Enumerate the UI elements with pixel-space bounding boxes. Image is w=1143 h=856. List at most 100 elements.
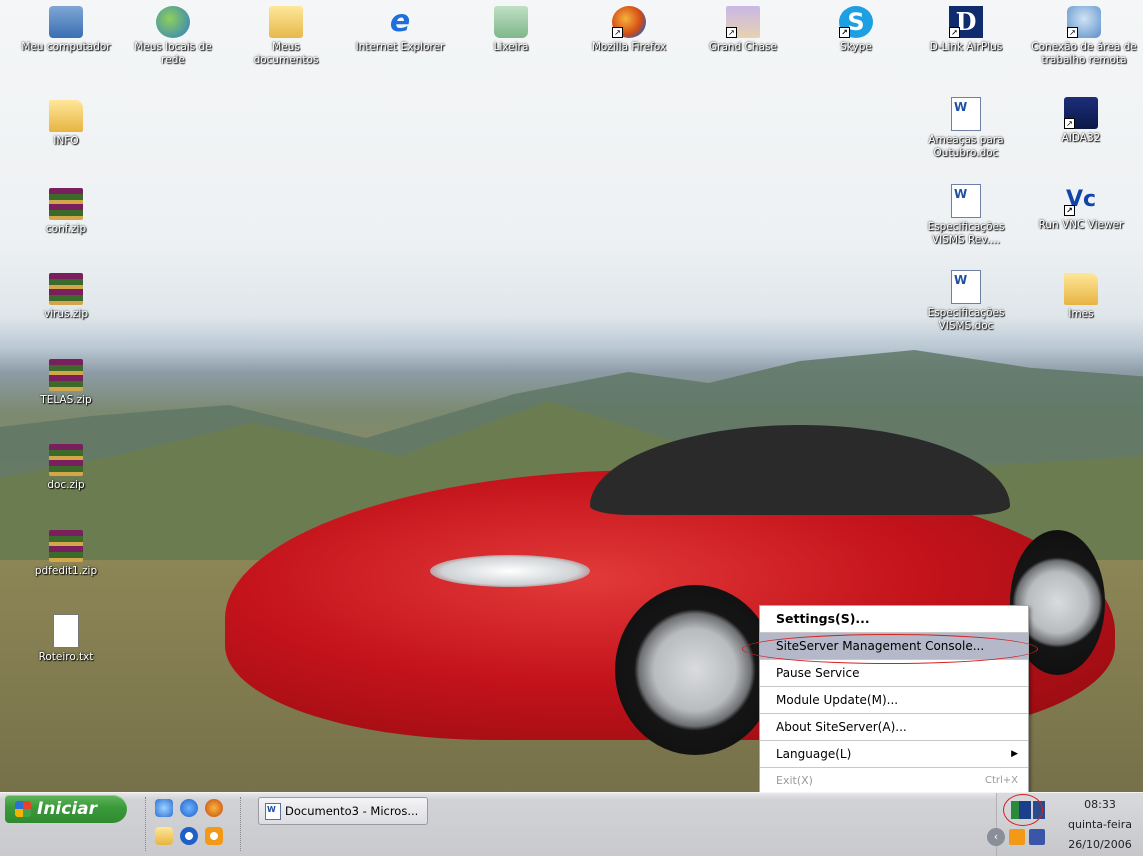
icon-label: Grand Chase <box>709 41 777 53</box>
skype-icon: S ↗ <box>839 6 873 38</box>
icon-label: pdfedit1.zip <box>34 565 98 577</box>
zip-archive-icon <box>49 359 83 391</box>
shortcut-arrow-icon: ↗ <box>612 27 623 38</box>
desktop-icon-internet-explorer[interactable]: e Internet Explorer <box>354 6 446 54</box>
start-label: Iniciar <box>37 799 98 819</box>
icon-label: D-Link AirPlus <box>929 41 1003 53</box>
desktop-icon-vnc-viewer[interactable]: Vc ↗ Run VNC Viewer <box>1035 184 1127 232</box>
desktop-icon-conf-zip[interactable]: conf.zip <box>20 188 112 236</box>
zip-archive-icon <box>49 273 83 305</box>
desktop-icon-roteiro-txt[interactable]: Roteiro.txt <box>20 614 112 664</box>
wallpaper-car-headlight <box>430 555 590 587</box>
wallpaper-car-wheel-front <box>615 585 775 755</box>
icon-label: Skype <box>840 41 872 53</box>
icon-label: INFO <box>53 135 79 147</box>
clock-weekday: quinta-feira <box>1068 818 1132 831</box>
menu-item-about[interactable]: About SiteServer(A)... <box>760 713 1028 740</box>
firefox-icon[interactable] <box>205 799 223 817</box>
network-places-icon <box>156 6 190 38</box>
zip-archive-icon <box>49 530 83 562</box>
icon-label: Roteiro.txt <box>38 651 94 663</box>
internet-explorer-icon[interactable] <box>180 799 198 817</box>
show-hidden-icons-icon[interactable]: ‹ <box>987 828 1005 846</box>
desktop-icon-especificacoes-rev[interactable]: Especificações VISMS Rev.... <box>920 184 1012 247</box>
clock-app-tray-icon[interactable] <box>1009 829 1025 845</box>
word-document-icon <box>951 270 981 304</box>
clock-time[interactable]: 08:33 <box>1064 795 1136 814</box>
icon-label: conf.zip <box>45 223 87 235</box>
firefox-icon: ↗ <box>612 6 646 38</box>
desktop-icon-pdfedit-zip[interactable]: pdfedit1.zip <box>20 530 112 578</box>
media-player-icon[interactable] <box>180 827 198 845</box>
desktop-icon-virus-zip[interactable]: virus.zip <box>20 273 112 321</box>
desktop-icon-aida32[interactable]: ↗ AIDA32 <box>1035 97 1127 145</box>
desktop-icon-ameacas-doc[interactable]: Ameaças para Outubro.doc <box>920 97 1012 160</box>
folder-icon <box>1064 273 1098 305</box>
desktop-icon-grand-chase[interactable]: ↗ Grand Chase <box>697 6 789 54</box>
icon-label: AIDA32 <box>1061 132 1101 144</box>
icon-label: Especificações VISMS Rev.... <box>927 221 1005 246</box>
network-tray-icon[interactable] <box>1033 801 1045 819</box>
windows-logo-icon <box>15 801 31 817</box>
menu-item-pause-service[interactable]: Pause Service <box>760 659 1028 686</box>
desktop-icon-info[interactable]: INFO <box>20 100 112 148</box>
system-tray: ‹ 08:33 quinta-feira 26/10/2006 <box>987 793 1143 856</box>
remote-desktop-icon: ↗ <box>1067 6 1101 38</box>
show-desktop-icon[interactable] <box>155 799 173 817</box>
desktop-icon-especificacoes-doc[interactable]: Especificações VISMS.doc <box>920 270 1012 333</box>
desktop-icon-telas-zip[interactable]: TELAS.zip <box>20 359 112 407</box>
folder-icon[interactable] <box>155 827 173 845</box>
desktop-icon-my-documents[interactable]: Meus documentos <box>240 6 332 67</box>
icon-label: Lixeira <box>493 41 529 53</box>
menu-item-shortcut: Ctrl+X <box>984 775 1018 786</box>
grand-chase-icon: ↗ <box>726 6 760 38</box>
icon-label: Mozilla Firefox <box>591 41 667 53</box>
icon-label: Internet Explorer <box>355 41 445 53</box>
menu-item-module-update[interactable]: Module Update(M)... <box>760 686 1028 713</box>
icon-label: Meus documentos <box>253 41 319 66</box>
icon-label: TELAS.zip <box>40 394 92 406</box>
siteserver-tray-icon[interactable] <box>1011 801 1031 819</box>
taskbar: Iniciar Documento3 - Micros... ‹ 08:33 q… <box>0 792 1143 856</box>
shortcut-arrow-icon: ↗ <box>1067 27 1078 38</box>
icon-label: Ameaças para Outubro.doc <box>928 134 1004 159</box>
desktop-icon-doc-zip[interactable]: doc.zip <box>20 444 112 492</box>
desktop-icon-recycle-bin[interactable]: Lixeira <box>465 6 557 54</box>
icon-label: Meu computador <box>21 41 111 53</box>
taskbar-grip[interactable] <box>145 797 148 851</box>
desktop-icon-remote-desktop[interactable]: ↗ Conexão de área de trabalho remota <box>1028 6 1140 67</box>
desktop-icon-my-computer[interactable]: Meu computador <box>20 6 112 54</box>
taskbar-grip[interactable] <box>240 797 243 851</box>
internet-explorer-icon: e <box>389 4 411 39</box>
clock-date: 26/10/2006 <box>1068 838 1132 851</box>
menu-item-language[interactable]: Language(L) ▶ <box>760 740 1028 767</box>
word-document-icon <box>951 184 981 218</box>
icon-label: Conexão de área de trabalho remota <box>1031 41 1137 66</box>
recycle-bin-icon <box>494 6 528 38</box>
zip-archive-icon <box>49 444 83 476</box>
icon-label: virus.zip <box>43 308 88 320</box>
shortcut-arrow-icon: ↗ <box>839 27 850 38</box>
desktop[interactable]: Meu computador Meus locais de rede Meus … <box>0 0 1143 792</box>
taskbar-button-word-document[interactable]: Documento3 - Micros... <box>258 797 428 825</box>
text-file-icon <box>53 614 79 648</box>
taskbar-button-label: Documento3 - Micros... <box>285 804 419 818</box>
menu-item-label: Exit(X) <box>776 774 813 787</box>
desktop-icon-imes[interactable]: Imes <box>1035 273 1127 321</box>
icon-label: Run VNC Viewer <box>1038 219 1124 231</box>
menu-item-label: Language(L) <box>776 747 852 761</box>
clock-app-icon[interactable] <box>205 827 223 845</box>
menu-item-settings[interactable]: Settings(S)... <box>760 606 1028 632</box>
menu-item-management-console[interactable]: SiteServer Management Console... <box>760 632 1028 659</box>
my-documents-icon <box>269 6 303 38</box>
start-button[interactable]: Iniciar <box>5 795 127 823</box>
monitor-tray-icon[interactable] <box>1029 829 1045 845</box>
icon-label: Meus locais de rede <box>134 41 212 66</box>
icon-label: Especificações VISMS.doc <box>927 307 1005 332</box>
desktop-icon-dlink[interactable]: D ↗ D-Link AirPlus <box>920 6 1012 54</box>
desktop-icon-firefox[interactable]: ↗ Mozilla Firefox <box>583 6 675 54</box>
shortcut-arrow-icon: ↗ <box>1064 118 1075 129</box>
desktop-icon-skype[interactable]: S ↗ Skype <box>810 6 902 54</box>
desktop-icon-network-places[interactable]: Meus locais de rede <box>127 6 219 67</box>
shortcut-arrow-icon: ↗ <box>1064 205 1075 216</box>
